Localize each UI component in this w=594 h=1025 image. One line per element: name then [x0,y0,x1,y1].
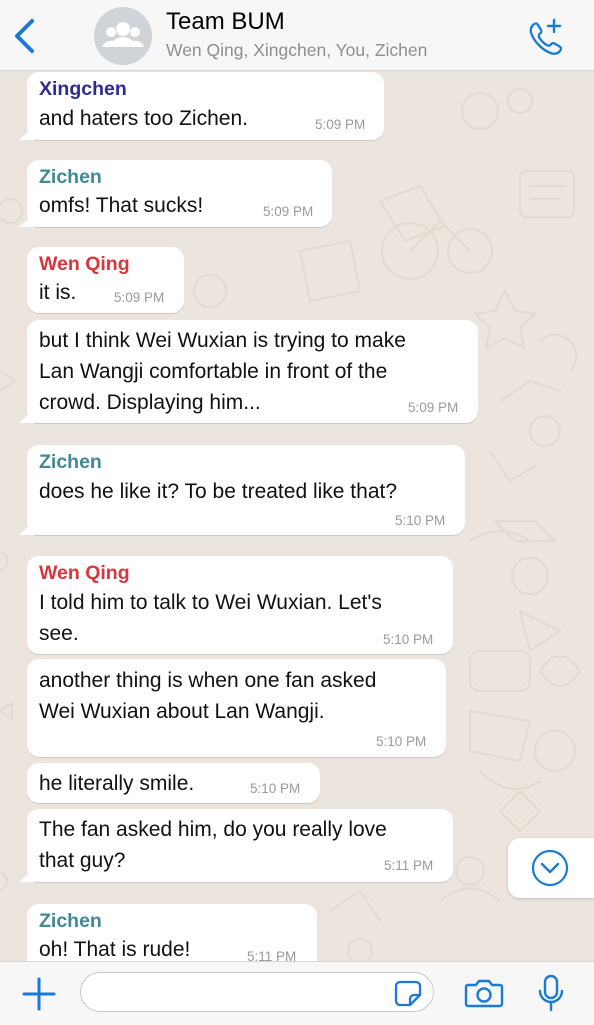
chevron-left-icon [15,19,34,53]
message-bubble[interactable]: Zichen oh! That is rude! 5:11 PM [27,904,317,961]
sticker-button[interactable] [394,979,422,1007]
add-call-button[interactable] [524,16,564,56]
message-bubble[interactable]: another thing is when one fan asked Wei … [27,659,446,757]
microphone-icon [538,974,564,1012]
message-time: 5:09 PM [263,204,314,219]
message-time: 5:09 PM [315,117,366,132]
message-time: 5:10 PM [376,734,427,749]
camera-button[interactable] [464,973,504,1013]
group-title[interactable]: Team BUM [166,8,285,36]
message-text-line: another thing is when one fan asked [39,669,377,692]
message-text-line: I told him to talk to Wei Wuxian. Let's [39,591,382,614]
sender-name: Wen Qing [39,562,130,584]
sticker-icon [394,980,422,1007]
message-bubble[interactable]: he literally smile. 5:10 PM [27,763,320,803]
sender-name: Zichen [39,166,102,188]
message-bubble[interactable]: Wen Qing I told him to talk to Wei Wuxia… [27,556,453,654]
message-text-line: Lan Wangji comfortable in front of the [39,360,388,383]
chat-area[interactable]: Xingchen and haters too Zichen. 5:09 PM … [0,71,594,961]
message-text-line: crowd. Displaying him... [39,391,261,414]
message-time: 5:10 PM [395,513,446,528]
message-bubble[interactable]: Zichen does he like it? To be treated li… [27,445,465,535]
message-text-line: Wei Wuxian about Lan Wangji. [39,700,325,723]
back-button[interactable] [12,16,40,56]
chevron-down-icon [531,849,569,887]
message-time: 5:11 PM [247,949,297,961]
message-text: he literally smile. [39,772,195,795]
sender-name: Wen Qing [39,253,130,275]
sender-name: Zichen [39,910,102,932]
message-bubble[interactable]: Wen Qing it is. 5:09 PM [27,247,184,313]
chat-header: Team BUM Wen Qing, Xingchen, You, Zichen [0,0,594,71]
message-time: 5:10 PM [383,632,434,647]
message-bubble[interactable]: Zichen omfs! That sucks! 5:09 PM [27,160,332,227]
message-bubble[interactable]: Xingchen and haters too Zichen. 5:09 PM [27,72,384,140]
message-text-line: but I think Wei Wuxian is trying to make [39,329,406,352]
message-time: 5:11 PM [384,858,434,873]
message-text-line: The fan asked him, do you really love [39,818,387,841]
phone-add-icon [529,18,563,55]
message-text-line: see. [39,622,79,645]
message-time: 5:09 PM [408,400,459,415]
plus-icon [22,977,56,1011]
sender-name: Zichen [39,451,102,473]
sender-name: Xingchen [39,78,127,100]
attach-button[interactable] [19,974,59,1014]
scroll-to-bottom-button[interactable] [508,838,594,898]
input-bar [0,961,594,1025]
message-bubble[interactable]: The fan asked him, do you really love th… [27,809,453,882]
message-text: it is. [39,281,77,304]
message-time: 5:09 PM [114,290,165,305]
group-avatar[interactable] [94,7,152,65]
message-time: 5:10 PM [250,781,301,796]
message-input[interactable] [80,972,434,1012]
group-members[interactable]: Wen Qing, Xingchen, You, Zichen [166,40,427,61]
camera-icon [464,979,504,1008]
message-text: does he like it? To be treated like that… [39,480,398,503]
message-bubble[interactable]: but I think Wei Wuxian is trying to make… [27,320,478,423]
group-icon [102,22,144,47]
message-text-line: that guy? [39,849,126,872]
microphone-button[interactable] [531,973,571,1013]
message-text: oh! That is rude! [39,938,191,961]
message-text: omfs! That sucks! [39,194,204,217]
message-text: and haters too Zichen. [39,107,248,130]
